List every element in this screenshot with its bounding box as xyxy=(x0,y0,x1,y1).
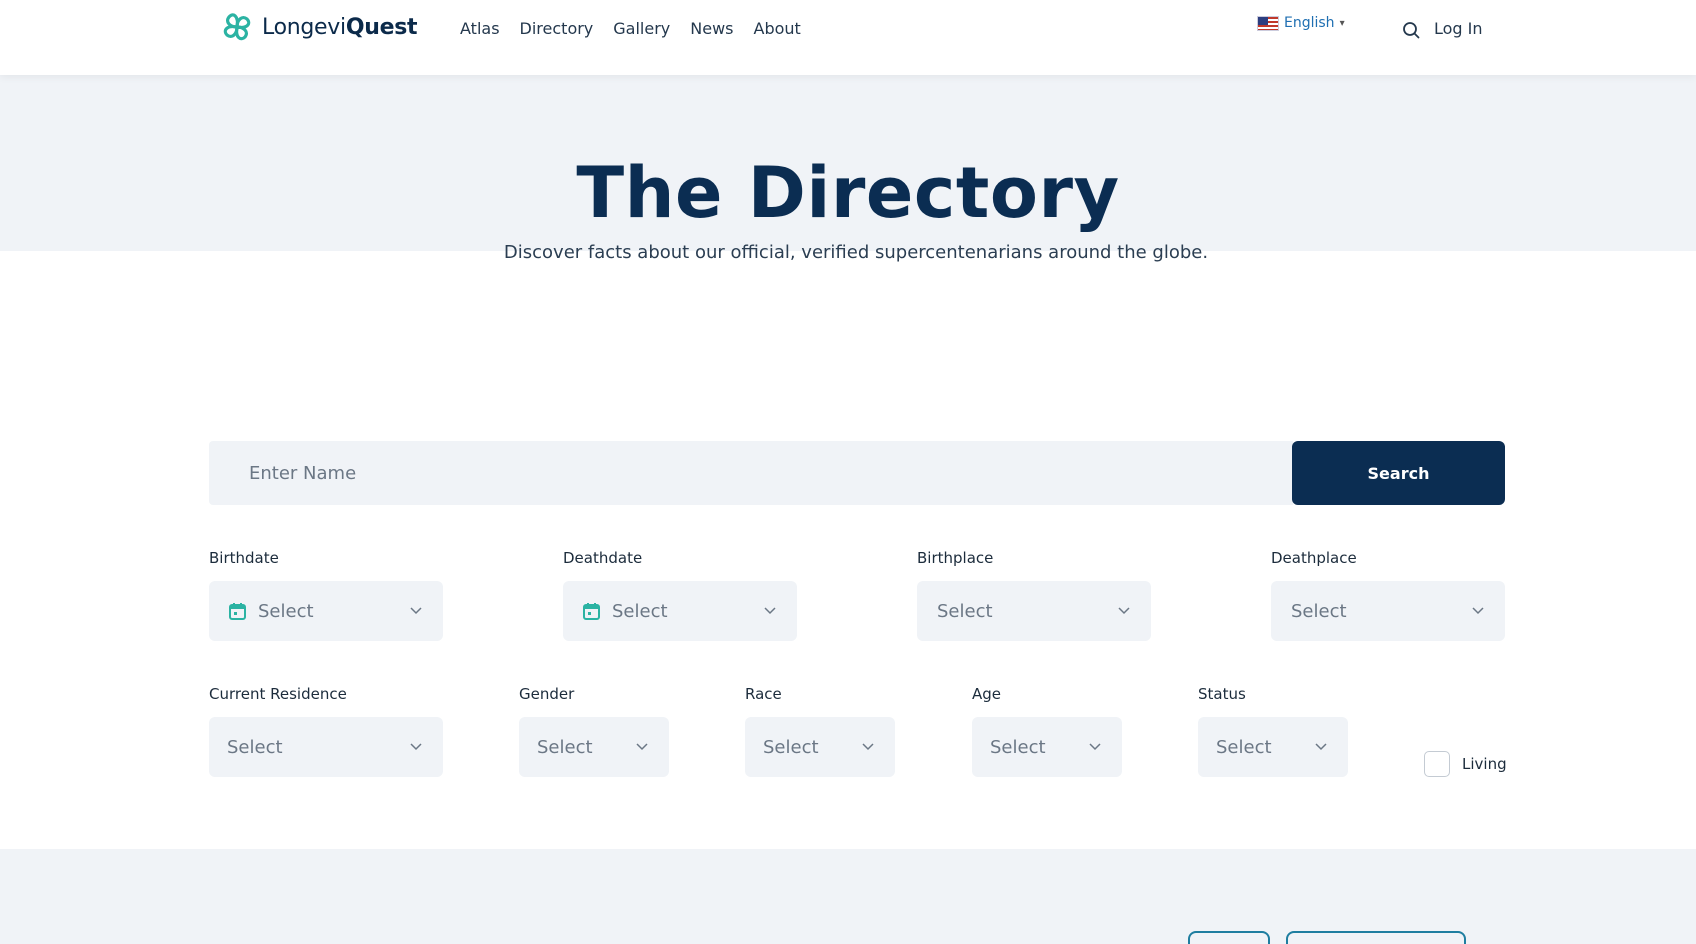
logo[interactable]: LongeviQuest xyxy=(220,10,418,44)
chevron-down-icon xyxy=(1472,607,1484,615)
results-button-1[interactable] xyxy=(1188,931,1270,944)
login-link[interactable]: Log In xyxy=(1434,19,1483,38)
birthdate-label: Birthdate xyxy=(209,549,279,567)
site-header: LongeviQuest Atlas Directory Gallery New… xyxy=(0,0,1696,75)
name-search-input[interactable] xyxy=(209,441,1293,505)
gender-select[interactable]: Select xyxy=(519,717,669,777)
nav-news[interactable]: News xyxy=(690,19,733,38)
logo-suffix: Quest xyxy=(345,14,418,40)
age-select[interactable]: Select xyxy=(972,717,1122,777)
results-button-2[interactable] xyxy=(1286,931,1466,944)
deathplace-select[interactable]: Select xyxy=(1271,581,1505,641)
caret-down-icon: ▾ xyxy=(1339,17,1345,29)
living-checkbox[interactable] xyxy=(1424,751,1450,777)
nav-directory[interactable]: Directory xyxy=(520,19,594,38)
deathdate-label: Deathdate xyxy=(563,549,643,567)
gender-value: Select xyxy=(537,736,593,758)
results-section xyxy=(0,849,1696,944)
birthdate-value: Select xyxy=(258,600,314,622)
main-nav: Atlas Directory Gallery News About xyxy=(460,19,801,38)
race-select[interactable]: Select xyxy=(745,717,895,777)
age-value: Select xyxy=(990,736,1046,758)
us-flag-icon xyxy=(1257,15,1279,31)
chevron-down-icon xyxy=(636,743,648,751)
current-residence-label: Current Residence xyxy=(209,685,347,703)
page-subtitle: Discover facts about our official, verif… xyxy=(503,242,1209,263)
calendar-icon xyxy=(583,603,600,620)
living-label[interactable]: Living xyxy=(1462,755,1507,773)
chevron-down-icon xyxy=(1089,743,1101,751)
calendar-icon xyxy=(229,603,246,620)
race-label: Race xyxy=(745,685,782,703)
chevron-down-icon xyxy=(764,607,776,615)
chevron-down-icon xyxy=(1315,743,1327,751)
logo-text: LongeviQuest xyxy=(262,14,418,40)
chevron-down-icon xyxy=(1118,607,1130,615)
race-value: Select xyxy=(763,736,819,758)
nav-atlas[interactable]: Atlas xyxy=(460,19,500,38)
language-label: English xyxy=(1284,15,1335,31)
chevron-down-icon xyxy=(862,743,874,751)
deathplace-value: Select xyxy=(1291,600,1347,622)
gender-label: Gender xyxy=(519,685,575,703)
current-residence-select[interactable]: Select xyxy=(209,717,443,777)
deathdate-value: Select xyxy=(612,600,668,622)
nav-gallery[interactable]: Gallery xyxy=(613,19,670,38)
nav-about[interactable]: About xyxy=(754,19,801,38)
birthplace-select[interactable]: Select xyxy=(917,581,1151,641)
logo-prefix: Longevi xyxy=(262,14,346,40)
language-selector[interactable]: English ▾ xyxy=(1257,15,1345,31)
status-select[interactable]: Select xyxy=(1198,717,1348,777)
birthplace-label: Birthplace xyxy=(917,549,994,567)
birthdate-select[interactable]: Select xyxy=(209,581,443,641)
logo-mark-icon xyxy=(223,13,251,41)
birthplace-value: Select xyxy=(937,600,993,622)
age-label: Age xyxy=(972,685,1002,703)
deathdate-select[interactable]: Select xyxy=(563,581,797,641)
current-residence-value: Select xyxy=(227,736,283,758)
chevron-down-icon xyxy=(410,743,422,751)
page-title: The Directory xyxy=(576,152,1120,234)
status-value: Select xyxy=(1216,736,1272,758)
chevron-down-icon xyxy=(410,607,422,615)
deathplace-label: Deathplace xyxy=(1271,549,1357,567)
search-icon[interactable] xyxy=(1402,21,1420,39)
search-button[interactable]: Search xyxy=(1292,441,1505,505)
status-label: Status xyxy=(1198,685,1246,703)
